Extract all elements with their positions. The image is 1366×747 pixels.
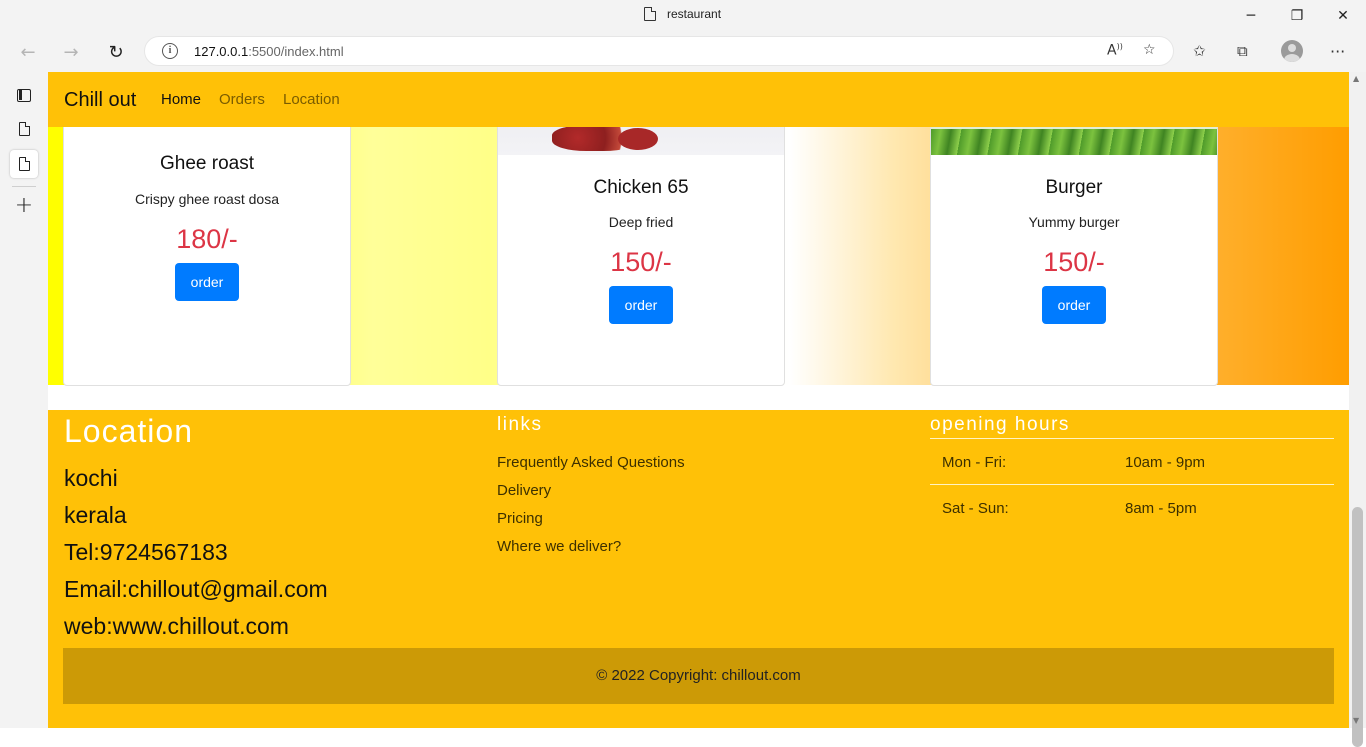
url-host: 127.0.0.1 <box>194 44 249 59</box>
location-city: kochi <box>64 465 118 491</box>
profile-avatar[interactable] <box>1281 40 1303 62</box>
food-name: Ghee roast <box>160 153 254 174</box>
refresh-icon[interactable]: ↻ <box>100 38 132 66</box>
food-description: Crispy ghee roast dosa <box>135 191 279 207</box>
scroll-up-icon[interactable]: ▲ <box>1353 74 1359 83</box>
sidebar-divider <box>12 186 36 187</box>
location-phone: Tel:9724567183 <box>64 539 228 565</box>
vertical-tab-1[interactable] <box>10 115 38 143</box>
footer-link-delivery[interactable]: Delivery <box>497 482 551 499</box>
food-price: 150/- <box>610 247 672 277</box>
hours-divider <box>930 484 1334 485</box>
navbar: Chill out Home Orders Location <box>48 72 1349 127</box>
browser-sidebar: + <box>0 72 48 728</box>
browser-titlebar: restaurant ─ ❐ ✕ <box>0 0 1366 32</box>
copyright-link[interactable]: chillout.com <box>722 667 801 684</box>
back-icon[interactable]: ← <box>12 38 44 66</box>
navbar-brand[interactable]: Chill out <box>64 89 136 112</box>
address-bar[interactable]: i 127.0.0.1:5500/index.html A)) ☆ <box>144 36 1174 66</box>
tab-panel-icon <box>17 88 31 102</box>
location-heading: Location <box>64 413 193 449</box>
page-icon <box>18 122 30 136</box>
info-icon[interactable]: i <box>162 43 178 59</box>
maximize-icon[interactable]: ❐ <box>1274 2 1320 30</box>
links-heading: links <box>497 414 543 435</box>
favorites-icon[interactable]: ✩ <box>1193 42 1206 60</box>
location-state: kerala <box>64 502 127 528</box>
nav-link-orders[interactable]: Orders <box>219 91 265 108</box>
footer-link-pricing[interactable]: Pricing <box>497 510 543 527</box>
scrollbar-thumb[interactable] <box>1352 507 1363 747</box>
hours-heading: opening hours <box>930 414 1070 435</box>
food-price: 150/- <box>1043 247 1105 277</box>
footer-link-where-deliver[interactable]: Where we deliver? <box>497 538 621 555</box>
hours-time: 8am - 5pm <box>1125 500 1197 517</box>
url-text[interactable]: 127.0.0.1:5500/index.html <box>194 44 344 59</box>
page-scrollbar[interactable]: ▲ ▼ <box>1349 72 1366 747</box>
order-button[interactable]: order <box>609 286 673 324</box>
page-viewport: Ghee roast Crispy ghee roast dosa 180/- … <box>48 72 1349 728</box>
browser-toolbar: ← → ↻ i 127.0.0.1:5500/index.html A)) ☆ … <box>0 32 1366 72</box>
footer-link-faq[interactable]: Frequently Asked Questions <box>497 454 685 471</box>
tab-title: restaurant <box>667 7 722 21</box>
plus-icon: + <box>14 193 34 218</box>
collections-icon[interactable]: ⧉ <box>1237 42 1248 60</box>
food-description: Deep fried <box>608 214 674 230</box>
minimize-icon[interactable]: ─ <box>1228 2 1274 30</box>
hours-time: 10am - 9pm <box>1125 454 1206 471</box>
footer: Location kochi kerala Tel:9724567183 Ema… <box>48 410 1349 728</box>
food-name: Burger <box>1045 177 1103 198</box>
add-favorite-icon[interactable]: ☆ <box>1143 42 1156 58</box>
food-description: Yummy burger <box>1028 214 1120 230</box>
new-tab-button[interactable]: + <box>10 192 38 220</box>
order-button[interactable]: order <box>1042 286 1106 324</box>
url-path: :5500/index.html <box>248 44 344 59</box>
page-icon <box>18 157 30 171</box>
more-icon[interactable]: ··· <box>1330 42 1345 61</box>
read-aloud-icon[interactable]: A)) <box>1107 42 1123 59</box>
location-email: Email:chillout@gmail.com <box>64 576 328 602</box>
tab-actions-icon[interactable] <box>10 81 38 109</box>
order-button[interactable]: order <box>175 263 239 301</box>
close-icon[interactable]: ✕ <box>1320 2 1366 30</box>
hours-day: Mon - Fri: <box>942 454 1007 471</box>
hours-day: Sat - Sun: <box>942 500 1009 517</box>
forward-icon[interactable]: → <box>55 38 87 66</box>
food-name: Chicken 65 <box>593 177 689 198</box>
hours-divider <box>930 438 1334 439</box>
food-price: 180/- <box>176 224 238 254</box>
nav-link-location[interactable]: Location <box>283 91 340 108</box>
page-icon <box>644 7 656 21</box>
browser-tab[interactable]: restaurant <box>644 7 721 21</box>
nav-link-home[interactable]: Home <box>161 91 201 108</box>
vertical-tab-2[interactable] <box>10 150 38 178</box>
scroll-down-icon[interactable]: ▼ <box>1353 716 1359 725</box>
copyright-bar: © 2022 Copyright: chillout.com <box>63 648 1334 704</box>
copyright-text: © 2022 Copyright: <box>596 667 722 684</box>
location-web: web:www.chillout.com <box>64 613 289 639</box>
